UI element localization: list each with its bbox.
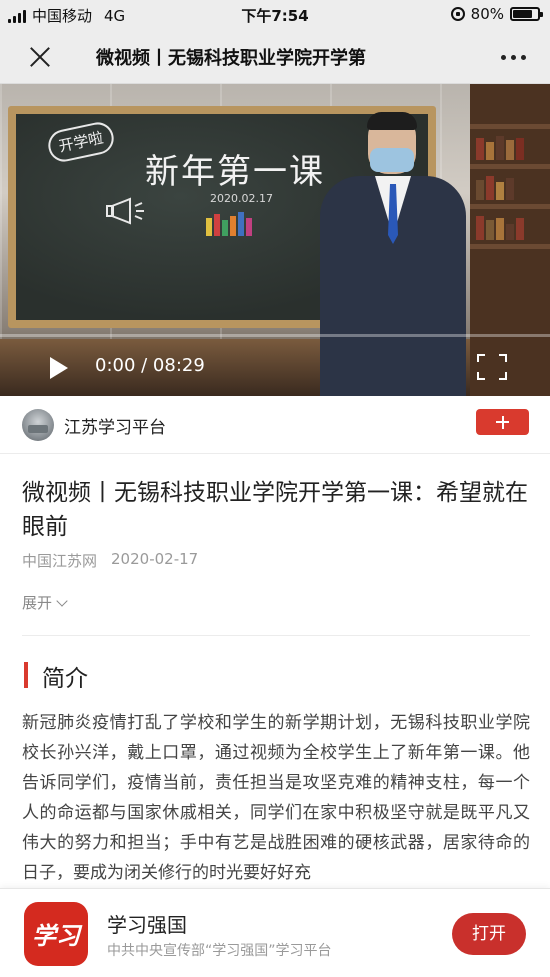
chevron-down-icon (56, 594, 68, 607)
play-icon[interactable] (50, 357, 68, 379)
nav-title: 微视频丨无锡科技职业学院开学第 (96, 48, 366, 69)
article-title: 微视频丨无锡科技职业学院开学第一课：希望就在眼前 (22, 480, 528, 540)
battery-fill (513, 10, 533, 18)
video-time: 0:00 / 08:29 (95, 355, 205, 376)
app-logo-text: 学习 (32, 921, 80, 950)
article-source: 中国江苏网 (22, 552, 98, 570)
open-app-button[interactable]: 打开 (452, 913, 526, 955)
bookshelf (470, 84, 550, 396)
follow-button[interactable] (476, 409, 529, 435)
divider (22, 635, 530, 636)
app-subtitle: 中共中央宣传部“学习强国”学习平台 (107, 943, 332, 959)
status-bar: 中国移动 4G 下午7:54 80% (0, 0, 550, 30)
channel-row: 江苏学习平台 (0, 396, 550, 454)
channel-avatar[interactable] (22, 409, 54, 441)
app-logo: 学习 (24, 902, 88, 966)
article-date: 2020-02-17 (111, 550, 199, 568)
expand-toggle[interactable]: 展开 (22, 592, 68, 613)
video-player[interactable]: 开学啦 新年第一课 2020.02.17 0:00 / 08:29 (0, 84, 550, 396)
close-icon[interactable] (24, 41, 56, 73)
section-title: 简介 (42, 666, 88, 692)
expand-label: 展开 (22, 594, 53, 612)
megaphone-icon (106, 197, 144, 225)
status-right: 80% (450, 5, 543, 23)
chalk-books (206, 212, 252, 236)
app-name: 学习强国 (107, 913, 187, 937)
section-accent-bar (24, 662, 28, 688)
chalkboard-title: 新年第一课 (145, 152, 325, 192)
video-progress-bar[interactable] (0, 334, 550, 337)
fullscreen-icon[interactable] (477, 354, 507, 380)
orientation-lock-icon (450, 7, 465, 21)
presenter (320, 112, 470, 396)
more-dots-icon[interactable] (501, 55, 526, 60)
channel-name[interactable]: 江苏学习平台 (64, 413, 166, 438)
article-body: 新冠肺炎疫情打乱了学校和学生的新学期计划，无锡科技职业学院校长孙兴洋，戴上口罩，… (22, 713, 530, 883)
chalkboard-date: 2020.02.17 (210, 192, 273, 205)
app-banner: 学习 学习强国 中共中央宣传部“学习强国”学习平台 打开 (0, 888, 550, 977)
battery-percent: 80% (470, 5, 504, 23)
article-meta: 中国江苏网 2020-02-17 (22, 550, 198, 571)
battery-icon (510, 7, 543, 21)
nav-bar: 微视频丨无锡科技职业学院开学第 (0, 30, 550, 84)
